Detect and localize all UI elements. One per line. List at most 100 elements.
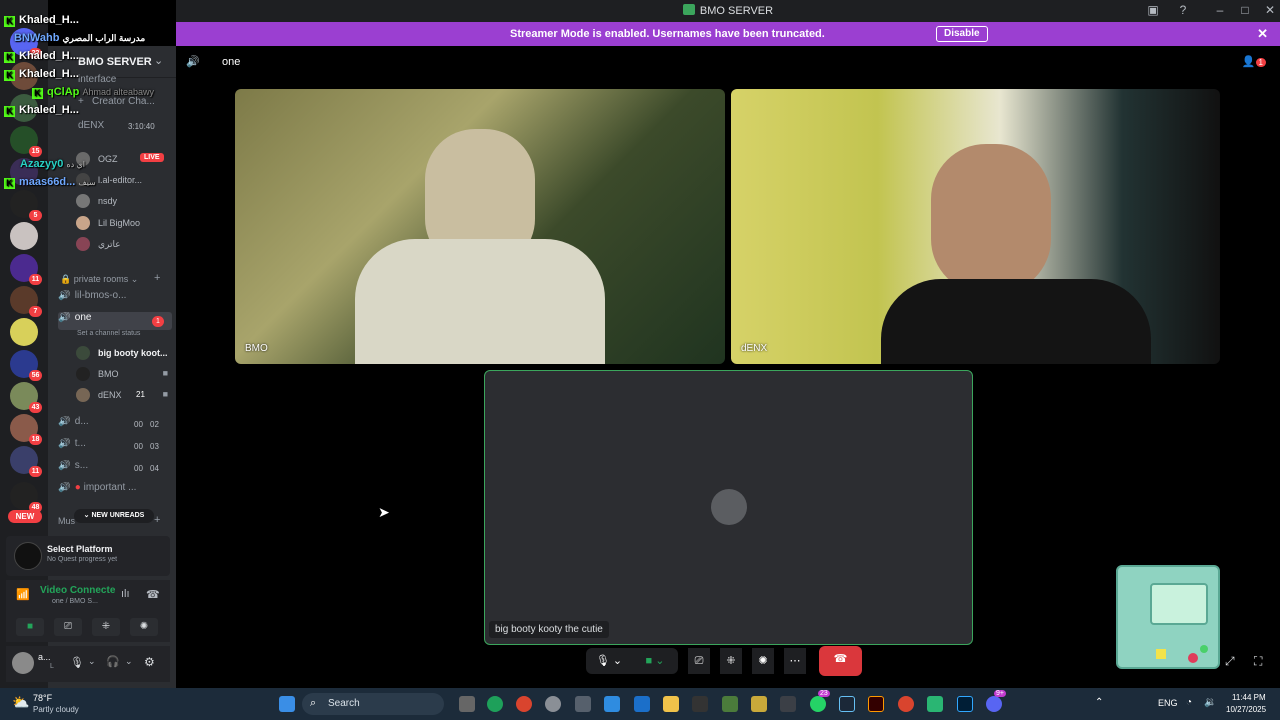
voice-user[interactable]: dENX 21 ■	[76, 386, 172, 404]
microphone-button[interactable]: 🎙 ⌄	[586, 648, 632, 674]
disable-streamer-mode-button[interactable]: Disable	[936, 26, 988, 42]
app-icon[interactable]	[927, 696, 943, 712]
voice-user[interactable]: BMO ■	[76, 365, 172, 383]
minimize-icon[interactable]: –	[1212, 3, 1228, 17]
fullscreen-icon[interactable]: ⛶	[1254, 654, 1262, 669]
voice-user[interactable]: big booty koot...	[76, 344, 172, 362]
add-channel-icon[interactable]: +	[154, 272, 160, 284]
more-options-button[interactable]: ⋯	[784, 648, 806, 674]
screen-share-button[interactable]: ⎚	[54, 618, 82, 636]
voice-status[interactable]: Video Connecte	[40, 585, 115, 596]
add-channel-icon[interactable]: +	[154, 514, 160, 526]
category-music[interactable]: Mus	[58, 516, 75, 526]
close-icon[interactable]: ✕	[1262, 3, 1278, 17]
server-icon[interactable]: 7	[10, 286, 42, 317]
task-view-icon[interactable]	[459, 696, 475, 712]
server-icon[interactable]: 48	[10, 482, 42, 513]
app-icon[interactable]	[722, 696, 738, 712]
speaker-icon: 🔊	[58, 290, 71, 301]
volume-icon[interactable]: 🔉	[1204, 697, 1216, 708]
chrome-icon[interactable]	[516, 696, 532, 712]
help-icon[interactable]: ?	[1175, 3, 1191, 17]
activities-button[interactable]: ⁜	[92, 618, 120, 636]
popout-icon[interactable]: ⤢	[1225, 654, 1235, 669]
stream-timer: 3:10:40	[128, 122, 155, 131]
new-badge[interactable]: NEW	[8, 510, 42, 523]
avatar[interactable]	[12, 652, 34, 674]
app-icon[interactable]	[487, 696, 503, 712]
kick-icon: K	[4, 70, 15, 81]
disconnect-icon[interactable]: ☎	[146, 588, 160, 601]
start-icon[interactable]	[279, 696, 295, 712]
weather-desc[interactable]: Partly cloudy	[33, 705, 79, 714]
epic-games-icon[interactable]	[692, 696, 708, 712]
soundboard-button[interactable]: ✺	[752, 648, 774, 674]
server-icon[interactable]: 11	[10, 446, 42, 477]
category-private-rooms[interactable]: 🔒 private rooms ⌄	[60, 274, 138, 285]
clock-time[interactable]: 11:44 PM	[1232, 693, 1266, 702]
voice-user[interactable]: عاتري	[76, 235, 172, 253]
user-name[interactable]: a...	[38, 652, 51, 662]
language-indicator[interactable]: ENG	[1158, 698, 1178, 708]
quest-panel[interactable]: Select Platform No Quest progress yet	[6, 536, 170, 576]
wifi-icon[interactable]: ◔	[1186, 697, 1192, 708]
weather-icon[interactable]: ⛅	[12, 694, 29, 711]
app-icon[interactable]	[780, 696, 796, 712]
weather-temp[interactable]: 78°F	[33, 693, 52, 703]
noise-suppression-icon[interactable]: ılı	[121, 588, 130, 600]
screen-share-button[interactable]: ⎚	[688, 648, 710, 674]
voice-user[interactable]: Lil BigMoo	[76, 214, 172, 232]
chevron-down-icon[interactable]: ⌄	[88, 656, 96, 667]
store-icon[interactable]	[634, 696, 650, 712]
video-tile-bmo[interactable]: BMO	[235, 89, 725, 364]
server-icon[interactable]	[10, 318, 38, 346]
settings-icon[interactable]	[545, 696, 561, 712]
camera-button[interactable]: ■	[16, 618, 44, 636]
camera-toggle-button[interactable]: ■ ⌄	[632, 648, 678, 674]
overlay-chat-line: K Khaled_H...	[4, 104, 79, 117]
voice-channel[interactable]: 🔊 ● important ...	[58, 482, 172, 500]
headphones-icon[interactable]: 🎧	[106, 655, 120, 668]
close-icon[interactable]: ✕	[1257, 26, 1268, 42]
camera-app-icon[interactable]	[575, 696, 591, 712]
discord-icon[interactable]	[986, 696, 1002, 712]
folder-icon[interactable]	[663, 696, 679, 712]
video-tile-denx[interactable]: dENX	[731, 89, 1220, 364]
server-icon[interactable]: 5	[10, 190, 42, 221]
whatsapp-icon[interactable]	[810, 696, 826, 712]
server-icon[interactable]: 56	[10, 350, 42, 381]
channel-status[interactable]: Set a channel status	[77, 330, 140, 337]
taskbar-search[interactable]: ⌕ Search	[302, 693, 444, 715]
voice-channel[interactable]: 🔊 lil-bmos-o...	[58, 290, 172, 308]
edge-icon[interactable]	[604, 696, 620, 712]
new-unreads-button[interactable]: ⌄ NEW UNREADS	[74, 509, 154, 523]
tray-chevron-icon[interactable]: ⌃	[1095, 697, 1103, 708]
gear-icon[interactable]: ⚙	[144, 655, 155, 669]
steam-icon[interactable]	[839, 696, 855, 712]
server-icon[interactable]	[10, 222, 38, 250]
participants-icon[interactable]: 👤 1	[1242, 55, 1266, 68]
server-badge: 5	[29, 210, 42, 221]
server-icon[interactable]: 15	[10, 126, 42, 157]
server-icon[interactable]: 18	[10, 414, 42, 445]
maximize-icon[interactable]: □	[1237, 3, 1253, 17]
inbox-icon[interactable]: ▣	[1145, 3, 1161, 17]
user-panel: a... L 🎙 ⌄ 🎧 ⌄ ⚙	[6, 646, 170, 682]
chrome-icon[interactable]	[898, 696, 914, 712]
video-tile-audio-only[interactable]: big booty kooty the cutie	[484, 370, 973, 645]
server-icon[interactable]: 43	[10, 382, 42, 413]
speaker-icon: 🔊	[186, 56, 200, 68]
soundboard-button[interactable]: ✺	[130, 618, 158, 636]
photoshop-icon[interactable]	[957, 696, 973, 712]
microphone-icon[interactable]: 🎙	[70, 656, 84, 669]
voice-user[interactable]: nsdy	[76, 192, 172, 210]
illustrator-icon[interactable]	[868, 696, 884, 712]
hang-up-button[interactable]: ☎	[819, 646, 862, 676]
activities-button[interactable]: ⁜	[720, 648, 742, 674]
server-icon[interactable]: 11	[10, 254, 42, 285]
voice-location[interactable]: one / BMO S...	[52, 598, 98, 605]
clock-date[interactable]: 10/27/2025	[1226, 705, 1266, 714]
app-icon[interactable]	[751, 696, 767, 712]
signal-icon[interactable]: 📶	[16, 588, 30, 601]
chevron-down-icon[interactable]: ⌄	[125, 656, 133, 667]
